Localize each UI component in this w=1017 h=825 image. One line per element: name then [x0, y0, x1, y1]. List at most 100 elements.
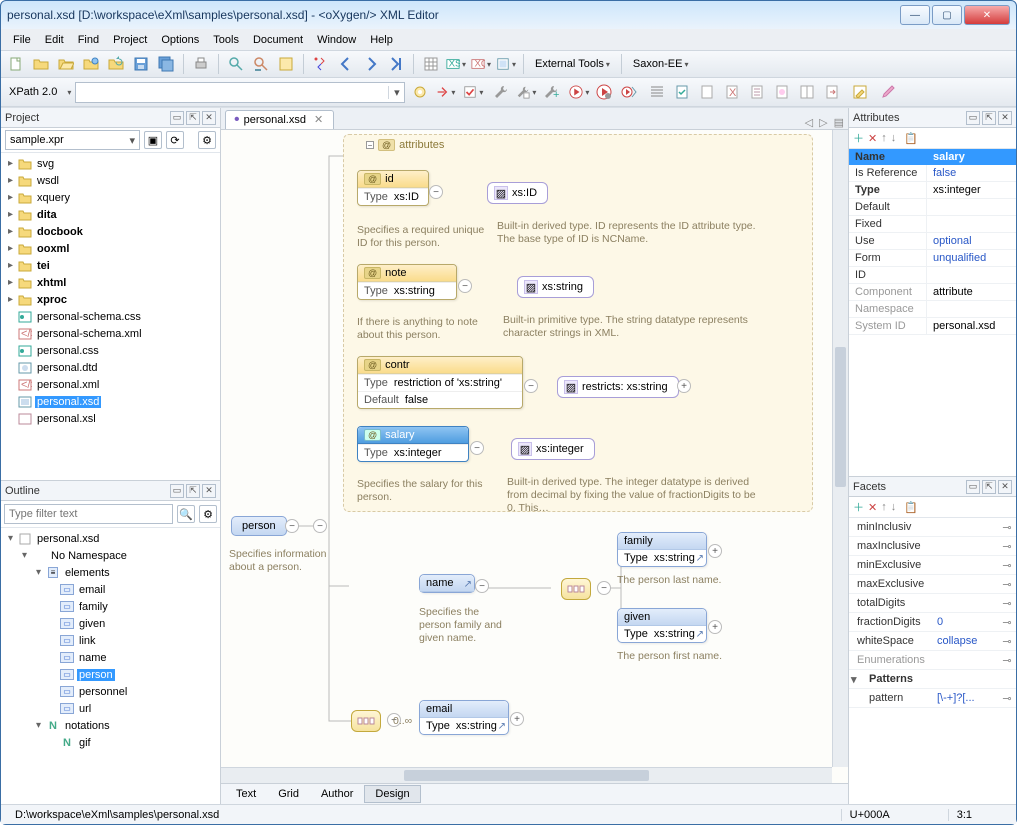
facet-row-fractiondigits[interactable]: fractionDigits0⊸: [849, 613, 1016, 632]
outline-group-elements[interactable]: ▾≡elements: [1, 564, 220, 581]
facet-down-icon[interactable]: ↓: [891, 501, 897, 513]
outline-root[interactable]: ▾personal.xsd: [1, 530, 220, 547]
tab-prev-icon[interactable]: ◁: [805, 116, 813, 129]
attributes-pin-icon[interactable]: ⇱: [982, 111, 996, 125]
attr-delete-icon[interactable]: ✕: [868, 132, 877, 145]
expand-name-icon[interactable]: −: [475, 579, 489, 593]
run-xpath-button[interactable]: ▾: [434, 81, 456, 103]
play-config-button[interactable]: [593, 81, 615, 103]
expand-restrict-icon[interactable]: +: [677, 379, 691, 393]
external-tools-button[interactable]: External Tools▾: [530, 53, 615, 75]
tab-next-icon[interactable]: ▷: [819, 116, 827, 129]
project-item-xproc[interactable]: ▸xproc: [1, 291, 220, 308]
attr-row-use[interactable]: Useoptional: [849, 233, 1016, 250]
content-completion-button[interactable]: [310, 53, 332, 75]
search-button[interactable]: [225, 53, 247, 75]
doc-button-5[interactable]: [796, 81, 818, 103]
attr-row-namespace[interactable]: Namespace: [849, 301, 1016, 318]
doc-arrow-button[interactable]: [821, 81, 843, 103]
attr-row-component[interactable]: Componentattribute: [849, 284, 1016, 301]
expand-given-icon[interactable]: +: [708, 620, 722, 634]
type-xsid[interactable]: ▨xs:ID: [487, 182, 548, 204]
attr-row-system-id[interactable]: System IDpersonal.xsd: [849, 318, 1016, 335]
attr-copy-icon[interactable]: 📋: [904, 132, 918, 145]
menu-document[interactable]: Document: [247, 32, 309, 48]
project-item-personal-css[interactable]: personal.css: [1, 342, 220, 359]
menu-file[interactable]: File: [7, 32, 37, 48]
view-tab-author[interactable]: Author: [310, 785, 364, 803]
editor-tab-personal[interactable]: • personal.xsd ✕: [225, 110, 334, 129]
menu-project[interactable]: Project: [107, 32, 153, 48]
attr-up-icon[interactable]: ↑: [881, 132, 887, 144]
edit-pencil-button[interactable]: [849, 81, 871, 103]
attributes-table[interactable]: NamesalaryIs ReferencefalseTypexs:intege…: [849, 149, 1016, 476]
type-xsstring[interactable]: ▨xs:string: [517, 276, 594, 298]
prev-button[interactable]: [335, 53, 357, 75]
engine-selector[interactable]: Saxon-EE▾: [628, 53, 694, 75]
menu-edit[interactable]: Edit: [39, 32, 70, 48]
expand-seq2-icon[interactable]: −: [597, 581, 611, 595]
diagram-horizontal-scrollbar[interactable]: [221, 767, 832, 783]
facet-copy-icon[interactable]: 📋: [904, 501, 918, 514]
play-button[interactable]: ▾: [568, 81, 590, 103]
validate-button[interactable]: ▾: [462, 81, 484, 103]
project-item-personal-dtd[interactable]: personal.dtd: [1, 359, 220, 376]
view-tab-design[interactable]: Design: [364, 785, 420, 803]
minimize-button[interactable]: —: [900, 5, 930, 25]
project-item-personal-xsl[interactable]: personal.xsl: [1, 410, 220, 427]
xquery-button[interactable]: XQ▾: [470, 53, 492, 75]
open-url-button[interactable]: [80, 53, 102, 75]
facet-row-pattern[interactable]: pattern[\-+]?[...⊸: [849, 689, 1016, 708]
project-item-personal-schema-css[interactable]: personal-schema.css: [1, 308, 220, 325]
project-gear-icon[interactable]: ⚙: [198, 131, 216, 149]
facet-row-maxexclusive[interactable]: maxExclusive⊸: [849, 575, 1016, 594]
facet-row-minexclusive[interactable]: minExclusive⊸: [849, 556, 1016, 575]
menu-options[interactable]: Options: [155, 32, 205, 48]
attr-salary[interactable]: @salary Typexs:integer: [357, 426, 469, 462]
attr-row-id[interactable]: ID: [849, 267, 1016, 284]
outline-item-url[interactable]: ▭url: [1, 700, 220, 717]
outline-item-given[interactable]: ▭given: [1, 615, 220, 632]
gear-icon[interactable]: [409, 81, 431, 103]
collapse-attrs-icon[interactable]: −: [366, 141, 374, 149]
project-restore-icon[interactable]: ▭: [170, 111, 184, 125]
project-item-personal-xsd[interactable]: personal.xsd: [1, 393, 220, 410]
view-tab-grid[interactable]: Grid: [267, 785, 310, 803]
next-button[interactable]: [360, 53, 382, 75]
new-file-button[interactable]: [5, 53, 27, 75]
facet-add-icon[interactable]: ＋: [853, 499, 864, 515]
project-pin-icon[interactable]: ⇱: [186, 111, 200, 125]
scenarios-button[interactable]: ▾: [495, 53, 517, 75]
attributes-close-icon[interactable]: ✕: [998, 111, 1012, 125]
outline-item-email[interactable]: ▭email: [1, 581, 220, 598]
facets-restore-icon[interactable]: ▭: [966, 480, 980, 494]
expand-family-icon[interactable]: +: [708, 544, 722, 558]
facet-row-maxinclusive[interactable]: maxInclusive⊸: [849, 537, 1016, 556]
type-xsinteger[interactable]: ▨xs:integer: [511, 438, 595, 460]
facet-row-whitespace[interactable]: whiteSpacecollapse⊸: [849, 632, 1016, 651]
expand-salary-icon[interactable]: −: [470, 441, 484, 455]
sequence-name-icon[interactable]: [561, 578, 591, 600]
outline-group-notations[interactable]: ▾Nnotations: [1, 717, 220, 734]
close-button[interactable]: ✕: [964, 5, 1010, 25]
search-icon[interactable]: 🔍: [177, 505, 195, 523]
outline-item-personnel[interactable]: ▭personnel: [1, 683, 220, 700]
facets-close-icon[interactable]: ✕: [998, 480, 1012, 494]
project-file-combo[interactable]: sample.xpr▾: [5, 130, 140, 150]
menu-find[interactable]: Find: [72, 32, 105, 48]
project-item-tei[interactable]: ▸tei: [1, 257, 220, 274]
xslt-button[interactable]: XSLT▾: [445, 53, 467, 75]
xquery-search-button[interactable]: [275, 53, 297, 75]
view-tab-text[interactable]: Text: [225, 785, 267, 803]
attr-contr[interactable]: @contr Typerestriction of 'xs:string' De…: [357, 356, 523, 409]
outline-nons[interactable]: ▾No Namespace: [1, 547, 220, 564]
doc-button-2[interactable]: X: [721, 81, 743, 103]
outline-pin-icon[interactable]: ⇱: [186, 484, 200, 498]
doc-button-1[interactable]: [696, 81, 718, 103]
element-given[interactable]: given Typexs:string ↗: [617, 608, 707, 643]
xpath-input[interactable]: [76, 86, 388, 98]
play-scenario-button[interactable]: [618, 81, 640, 103]
attr-row-default[interactable]: Default: [849, 199, 1016, 216]
reload-button[interactable]: [105, 53, 127, 75]
transform-add-button[interactable]: +: [540, 81, 562, 103]
